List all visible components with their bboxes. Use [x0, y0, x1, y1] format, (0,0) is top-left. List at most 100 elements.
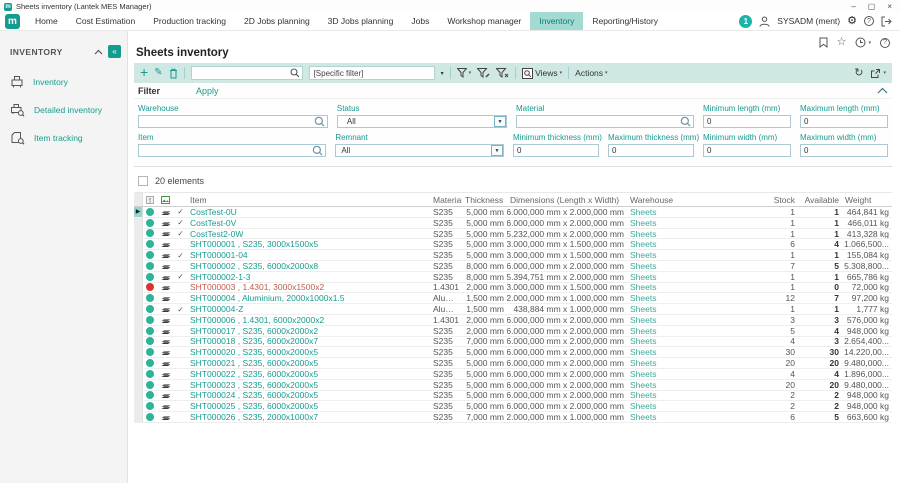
- item-search-icon[interactable]: [312, 145, 323, 156]
- menu-item-workshop-manager[interactable]: Workshop manager: [438, 12, 530, 30]
- item-link[interactable]: SHT000001 , S235, 3000x1500x5: [190, 239, 318, 249]
- column-material[interactable]: Material: [430, 193, 462, 206]
- maximize-button[interactable]: ▢: [868, 2, 876, 11]
- warehouse-link[interactable]: Sheets: [630, 358, 656, 368]
- warehouse-link[interactable]: Sheets: [630, 369, 656, 379]
- warehouse-link[interactable]: Sheets: [630, 315, 656, 325]
- add-button[interactable]: +: [140, 65, 148, 79]
- item-link[interactable]: CostTest2-0W: [190, 229, 243, 239]
- warehouse-link[interactable]: Sheets: [630, 347, 656, 357]
- apply-filter-link[interactable]: Apply: [196, 86, 219, 96]
- table-row[interactable]: SHT000025 , S235, 6000x2000x5 S235 5,000…: [134, 401, 892, 412]
- settings-gear-icon[interactable]: ⚙: [847, 16, 857, 27]
- history-clock-icon[interactable]: ▾: [855, 37, 871, 48]
- menu-item-cost-estimation[interactable]: Cost Estimation: [67, 12, 145, 30]
- material-input[interactable]: [520, 117, 680, 126]
- warehouse-link[interactable]: Sheets: [630, 304, 656, 314]
- notification-badge[interactable]: 1: [739, 15, 752, 28]
- table-row[interactable]: SHT000021 , S235, 6000x2000x5 S235 5,000…: [134, 358, 892, 369]
- column-stock[interactable]: Stock: [771, 193, 798, 206]
- table-row[interactable]: SHT000002 , S235, 6000x2000x8 S235 8,000…: [134, 261, 892, 272]
- warehouse-search-icon[interactable]: [314, 116, 325, 127]
- bookmark-icon[interactable]: [819, 37, 828, 48]
- menu-item-reporting-history[interactable]: Reporting/History: [583, 12, 667, 30]
- warehouse-link[interactable]: Sheets: [630, 239, 656, 249]
- material-search-icon[interactable]: [680, 116, 691, 127]
- item-link[interactable]: SHT000026 , S235, 2000x1000x7: [190, 412, 318, 422]
- min-width-input[interactable]: [707, 146, 790, 155]
- item-link[interactable]: SHT000018 , S235, 6000x2000x7: [190, 337, 318, 347]
- min-thickness-input[interactable]: [517, 146, 598, 155]
- item-link[interactable]: CostTest-0V: [190, 218, 236, 228]
- item-link[interactable]: SHT000022 , S235, 6000x2000x5: [190, 369, 318, 379]
- minimize-button[interactable]: –: [851, 2, 855, 11]
- warehouse-link[interactable]: Sheets: [630, 261, 656, 271]
- table-row[interactable]: SHT000018 , S235, 6000x2000x7 S235 7,000…: [134, 337, 892, 348]
- warehouse-link[interactable]: Sheets: [630, 283, 656, 293]
- export-button[interactable]: ▾: [870, 68, 886, 79]
- specific-filter-select[interactable]: [Specific filter]: [309, 66, 435, 80]
- views-button[interactable]: Views ▾: [522, 68, 562, 79]
- column-weight[interactable]: Weight: [842, 193, 892, 206]
- edit-pencil-icon[interactable]: ✎: [154, 68, 162, 78]
- min-length-input[interactable]: [707, 117, 790, 126]
- user-name[interactable]: SYSADM (ment): [777, 16, 840, 26]
- specific-filter-caret-icon[interactable]: ▾: [441, 70, 444, 77]
- table-row[interactable]: ✓ CostTest-0V S235 5,000 mm 6.000,000 mm…: [134, 218, 892, 229]
- warehouse-link[interactable]: Sheets: [630, 250, 656, 260]
- table-row[interactable]: SHT000004 , Aluminium, 2000x1000x1.5 Alu…: [134, 293, 892, 304]
- clear-filter-funnel-button[interactable]: [496, 68, 509, 78]
- sidebar-item-item-tracking[interactable]: Item tracking: [0, 124, 127, 152]
- item-link[interactable]: SHT000023 , S235, 6000x2000x5: [190, 380, 318, 390]
- table-row[interactable]: SHT000026 , S235, 2000x1000x7 S235 7,000…: [134, 412, 892, 423]
- search-input[interactable]: [196, 69, 290, 78]
- table-row[interactable]: SHT000006 , 1.4301, 6000x2000x2 1.4301 2…: [134, 315, 892, 326]
- remnant-caret-icon[interactable]: ▼: [491, 145, 503, 156]
- status-caret-icon[interactable]: ▼: [494, 116, 506, 127]
- item-link[interactable]: SHT000002-1-3: [190, 272, 250, 282]
- item-link[interactable]: SHT000006 , 1.4301, 6000x2000x2: [190, 315, 324, 325]
- app-logo[interactable]: m: [5, 14, 20, 29]
- table-row[interactable]: SHT000001 , S235, 3000x1500x5 S235 5,000…: [134, 239, 892, 250]
- warehouse-link[interactable]: Sheets: [630, 391, 656, 401]
- item-link[interactable]: SHT000024 , S235, 6000x2000x5: [190, 391, 318, 401]
- warehouse-link[interactable]: Sheets: [630, 401, 656, 411]
- table-row[interactable]: ▶ ✓ CostTest-0U S235 5,000 mm 6.000,000 …: [134, 207, 892, 218]
- close-button[interactable]: ×: [887, 2, 892, 11]
- remnant-select[interactable]: All▼: [335, 144, 504, 157]
- warehouse-link[interactable]: Sheets: [630, 337, 656, 347]
- filter-funnel-button[interactable]: ▾: [457, 68, 472, 78]
- edit-filter-funnel-button[interactable]: [477, 68, 490, 78]
- warehouse-link[interactable]: Sheets: [630, 293, 656, 303]
- menu-item-jobs[interactable]: Jobs: [402, 12, 438, 30]
- column-dimensions[interactable]: Dimensions (Length x Width): [507, 193, 627, 206]
- chevron-up-icon[interactable]: [94, 49, 103, 55]
- filter-collapse-chevron-icon[interactable]: [877, 87, 888, 94]
- max-width-input[interactable]: [804, 146, 887, 155]
- logout-icon[interactable]: [881, 16, 892, 27]
- column-available[interactable]: Available: [798, 193, 842, 206]
- item-link[interactable]: SHT000003 , 1.4301, 3000x1500x2: [190, 283, 324, 293]
- warehouse-link[interactable]: Sheets: [630, 380, 656, 390]
- menu-item-3d-jobs-planning[interactable]: 3D Jobs planning: [319, 12, 403, 30]
- actions-button[interactable]: Actions ▾: [575, 68, 607, 78]
- table-row[interactable]: SHT000022 , S235, 6000x2000x5 S235 5,000…: [134, 369, 892, 380]
- item-link[interactable]: SHT000020 , S235, 6000x2000x5: [190, 347, 318, 357]
- item-link[interactable]: SHT000004 , Aluminium, 2000x1000x1.5: [190, 293, 345, 303]
- item-link[interactable]: SHT000021 , S235, 6000x2000x5: [190, 358, 318, 368]
- item-input[interactable]: [142, 146, 312, 155]
- table-row[interactable]: ✓ SHT000002-1-3 S235 8,000 mm 5.394,751 …: [134, 272, 892, 283]
- max-length-input[interactable]: [804, 117, 887, 126]
- column-thickness[interactable]: Thickness: [462, 193, 507, 206]
- sidebar-collapse-button[interactable]: «: [108, 45, 121, 58]
- table-row[interactable]: ✓ CostTest2-0W S235 5,000 mm 5.232,000 m…: [134, 229, 892, 240]
- table-row[interactable]: SHT000003 , 1.4301, 3000x1500x2 1.4301 2…: [134, 283, 892, 294]
- warehouse-link[interactable]: Sheets: [630, 272, 656, 282]
- table-row[interactable]: ✓ SHT000004-Z Aluminium 1,500 mm 438,884…: [134, 304, 892, 315]
- favorite-star-icon[interactable]: ☆: [837, 37, 847, 48]
- item-link[interactable]: SHT000002 , S235, 6000x2000x8: [190, 261, 318, 271]
- page-help-icon[interactable]: ?: [880, 38, 890, 48]
- menu-item-inventory[interactable]: Inventory: [530, 12, 583, 30]
- item-link[interactable]: SHT000004-Z: [190, 304, 243, 314]
- search-icon[interactable]: [290, 68, 300, 78]
